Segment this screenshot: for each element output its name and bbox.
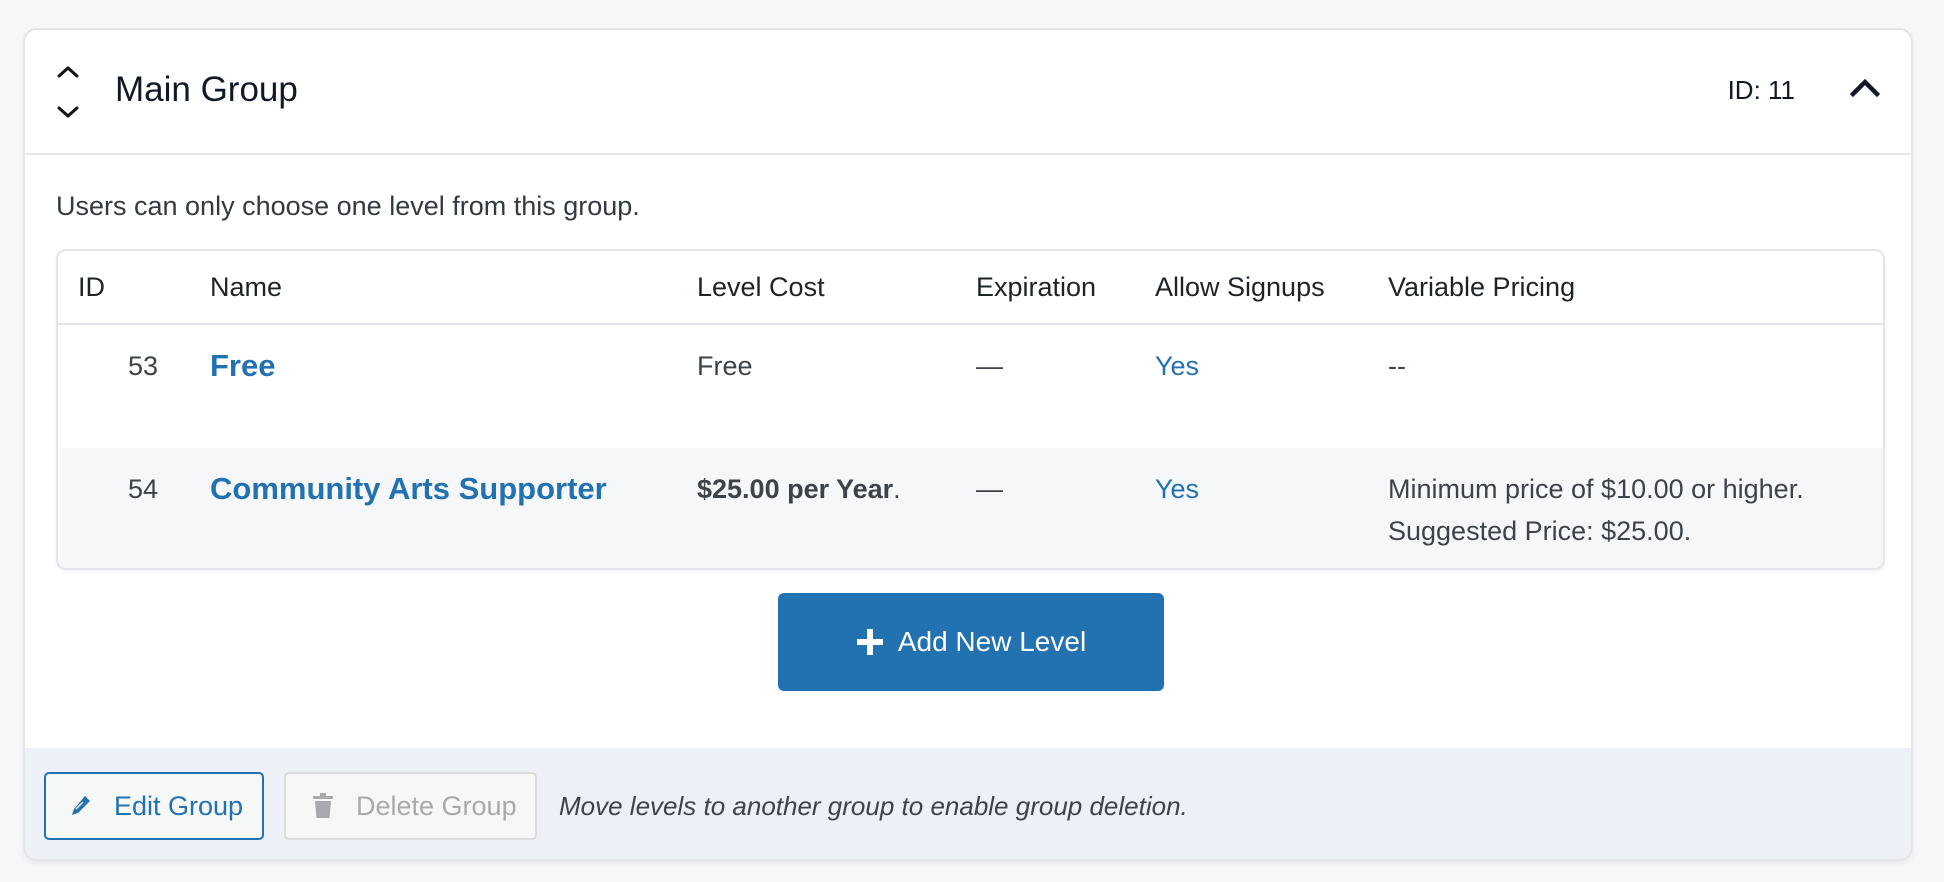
variable-pricing-minimum: Minimum price of $10.00 or higher. — [1388, 474, 1804, 504]
sort-up-down-icon — [57, 66, 79, 118]
chevron-up-icon — [1849, 78, 1881, 98]
level-group-card: Main Group ID: 11 Users can only choose … — [23, 28, 1913, 861]
delete-group-button: Delete Group — [284, 772, 537, 840]
collapse-button[interactable] — [1845, 70, 1885, 106]
add-new-level-button[interactable]: Add New Level — [778, 593, 1164, 691]
column-header-variable-pricing: Variable Pricing — [1388, 272, 1576, 302]
column-header-level-cost: Level Cost — [697, 272, 825, 302]
edit-group-label: Edit Group — [114, 790, 244, 821]
group-header: Main Group ID: 11 — [25, 30, 1911, 155]
plus-icon — [856, 629, 883, 655]
add-new-level-label: Add New Level — [897, 626, 1087, 657]
column-header-expiration: Expiration — [976, 272, 1097, 302]
level-cost-amount: $25.00 per Year — [697, 474, 894, 504]
pencil-icon — [72, 796, 90, 815]
variable-pricing: -- — [1388, 351, 1406, 381]
sort-handle[interactable] — [55, 64, 81, 120]
table-header: ID Name Level Cost Expiration Allow Sign… — [58, 251, 1883, 325]
group-id: ID: 11 — [1727, 75, 1795, 105]
level-cost: Free — [697, 351, 753, 381]
trash-icon — [313, 793, 333, 818]
allow-signups-link[interactable]: Yes — [1155, 468, 1199, 510]
delete-disabled-message: Move levels to another group to enable g… — [559, 791, 1188, 821]
variable-pricing-suggested: Suggested Price: $25.00. — [1388, 516, 1692, 546]
levels-table: ID Name Level Cost Expiration Allow Sign… — [56, 249, 1885, 570]
column-header-id: ID — [78, 272, 105, 302]
variable-pricing: Minimum price of $10.00 or higher. Sugge… — [1388, 468, 1804, 552]
level-name-link[interactable]: Community Arts Supporter — [210, 468, 607, 510]
delete-group-label: Delete Group — [356, 790, 517, 821]
level-expiration: — — [976, 351, 1003, 381]
level-id: 53 — [127, 351, 158, 381]
level-cost-suffix: . — [893, 474, 901, 504]
group-footer: Edit Group Delete Group Move levels to a… — [25, 748, 1911, 859]
level-expiration: — — [976, 474, 1003, 504]
level-cost: $25.00 per Year. — [697, 468, 901, 510]
table-row: 53 Free Free — Yes -- — [58, 325, 1883, 448]
allow-signups-link[interactable]: Yes — [1155, 345, 1199, 387]
table-row: 54 Community Arts Supporter $25.00 per Y… — [58, 448, 1883, 568]
group-description: Users can only choose one level from thi… — [56, 191, 640, 221]
edit-group-button[interactable]: Edit Group — [44, 772, 264, 840]
column-header-allow-signups: Allow Signups — [1155, 272, 1325, 302]
level-name-link[interactable]: Free — [210, 345, 275, 387]
level-id: 54 — [127, 474, 158, 504]
column-header-name: Name — [210, 272, 283, 302]
group-title: Main Group — [115, 70, 298, 109]
